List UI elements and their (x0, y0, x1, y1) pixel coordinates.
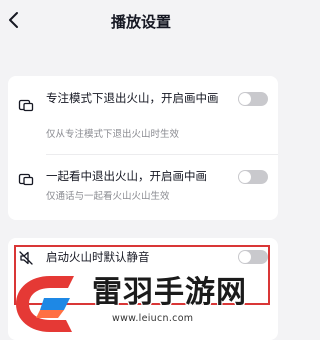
setting-row-together-pip[interactable]: 一起看中退出火山，开启画中画 仅通话与一起看火山火山生效 (8, 164, 278, 208)
watermark-logo (16, 276, 74, 332)
watermark-url: www.leiucn.com (112, 313, 194, 324)
watermark-text: 雷羽手游网 (92, 275, 247, 310)
toggle-knob (239, 93, 251, 105)
watermark: 雷羽手游网 www.leiucn.com (10, 268, 278, 338)
settings-card: 专注模式下退出火山，开启画中画 仅从专注模式下退出火山时生效 一起看中退出火山，… (8, 76, 278, 220)
window-exit-icon (18, 99, 34, 112)
toggle-knob (239, 171, 251, 183)
page-title: 播放设置 (110, 13, 171, 31)
divider (46, 154, 278, 155)
setting-description: 仅从专注模式下退出火山时生效 (46, 129, 180, 140)
setting-row-focus-pip[interactable]: 专注模式下退出火山，开启画中画 仅从专注模式下退出火山时生效 (8, 86, 278, 144)
window-exit-icon (18, 173, 34, 186)
together-pip-toggle[interactable] (238, 170, 268, 184)
focus-pip-toggle[interactable] (238, 92, 268, 106)
header-bar: 播放设置 (0, 0, 282, 42)
setting-title: 专注模式下退出火山，开启画中画 (46, 91, 219, 105)
setting-title: 一起看中退出火山，开启画中画 (46, 169, 207, 183)
setting-description: 仅通话与一起看火山火山生效 (46, 191, 170, 202)
